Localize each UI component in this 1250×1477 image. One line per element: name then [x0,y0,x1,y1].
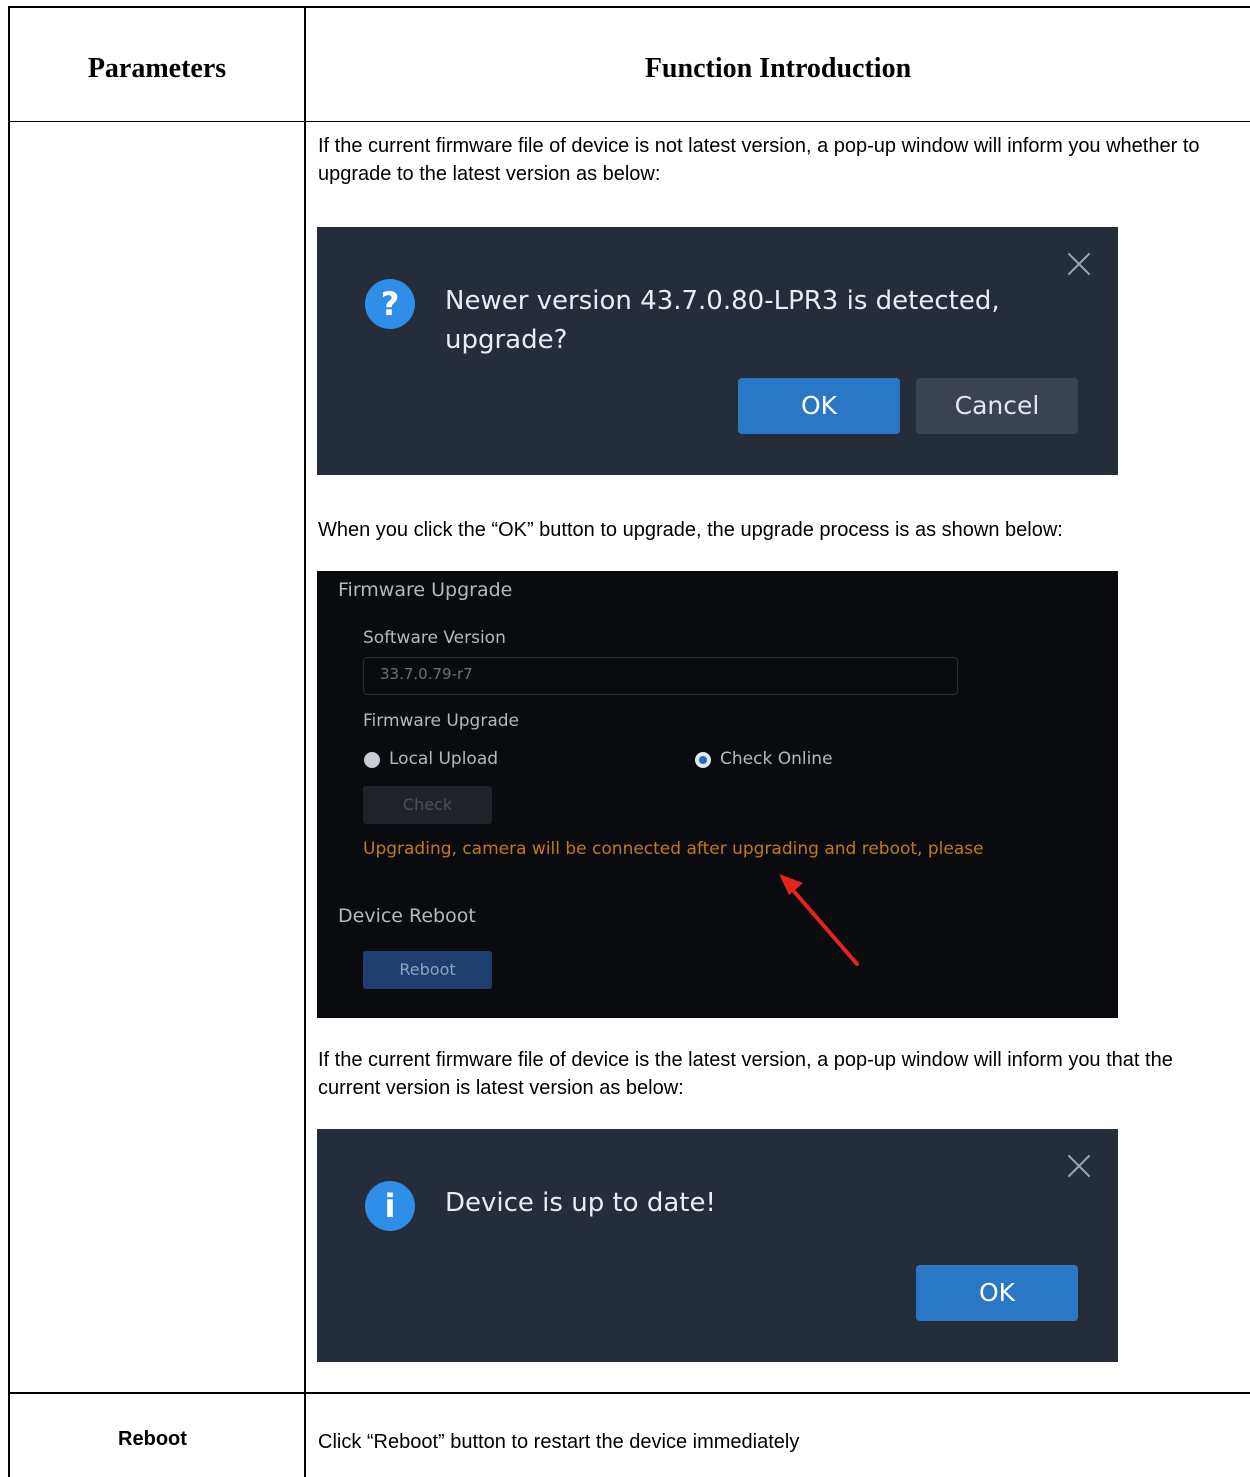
ok-button[interactable]: OK [738,378,900,434]
close-icon[interactable] [1066,251,1092,277]
header-function-introduction: Function Introduction [644,53,912,84]
table-row-divider [8,1392,1250,1394]
header-parameters: Parameters [87,53,227,84]
table-header-divider [8,121,1250,122]
question-icon: ? [365,279,415,329]
upgrade-message: Newer version 43.7.0.80-LPR3 is detected… [445,286,1000,355]
paragraph-not-latest: If the current firmware file of device i… [318,135,1200,185]
ok-button[interactable]: OK [916,1265,1078,1321]
parameter-reboot: Reboot [118,1428,187,1450]
annotation-arrow-icon [779,874,859,966]
paragraph-latest: If the current firmware file of device i… [318,1049,1173,1099]
info-icon: i [365,1181,415,1231]
cancel-button[interactable]: Cancel [916,378,1078,434]
reboot-description: Click “Reboot” button to restart the dev… [318,1431,800,1453]
close-icon[interactable] [1066,1153,1092,1179]
table-border-left [8,6,10,1477]
table-column-divider [304,6,306,1477]
uptodate-message: Device is up to date! [445,1188,716,1218]
firmware-upgrade-panel: Firmware Upgrade Software Version 33.7.0… [317,571,1118,1018]
paragraph-click-ok: When you click the “OK” button to upgrad… [318,519,1063,541]
upgrade-dialog: ? Newer version 43.7.0.80-LPR3 is detect… [317,227,1118,475]
uptodate-dialog: i Device is up to date! OK [317,1129,1118,1362]
parameter-table: Parameters Function Introduction If the … [0,0,1250,1477]
table-border-top [8,6,1250,8]
